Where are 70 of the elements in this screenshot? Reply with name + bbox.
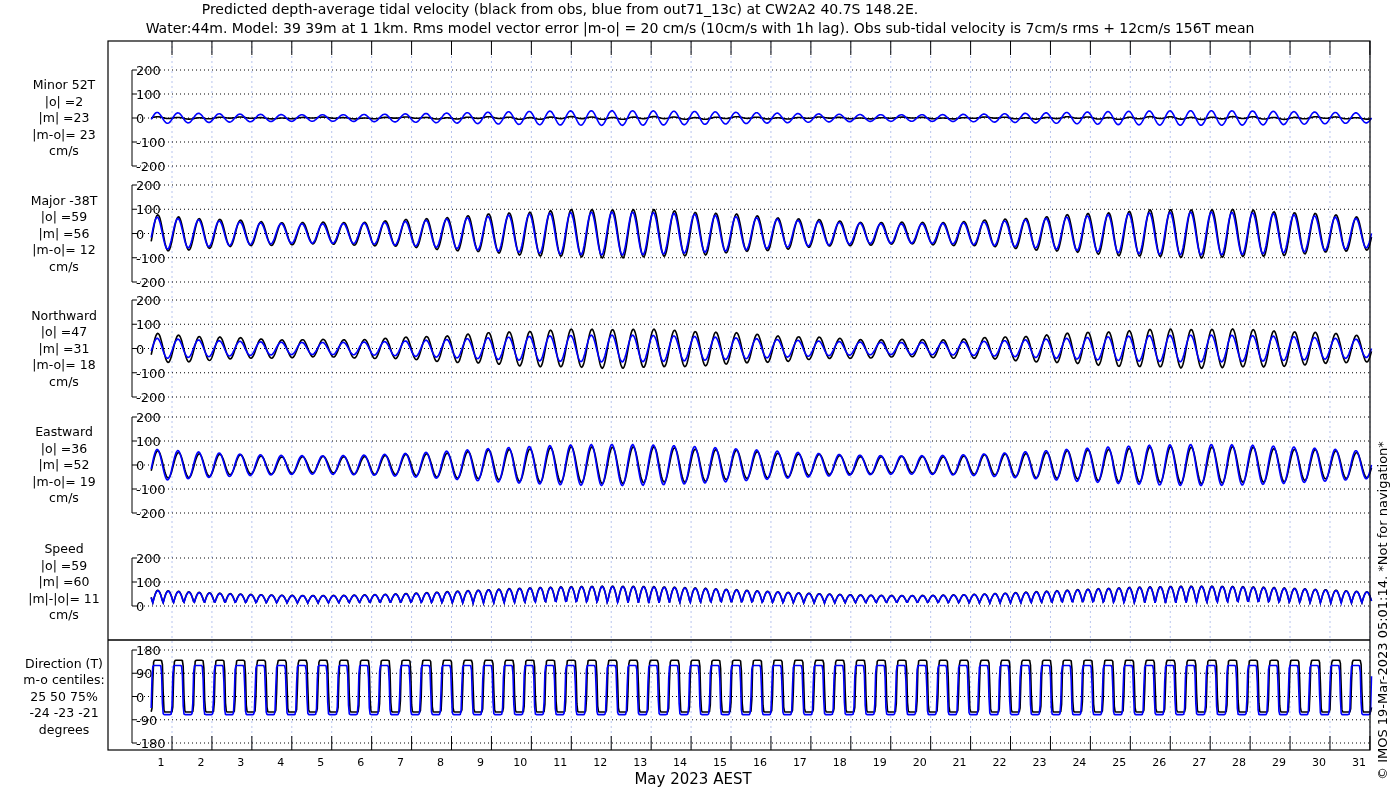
axis-tick-label: 100 [136, 87, 161, 102]
axis-tick-label: 17 [792, 756, 807, 769]
axis-tick-label: 200 [136, 178, 161, 193]
axis-tick-label: 8 [437, 756, 444, 769]
plot-title: Water:44m. Model: 39 39m at 1 1km. Rms model vector error |m-o| = 20 cm/s (10cm/s with 1h lag). Obs sub-tidal velocity is 7cm/s rms + 12cm/s 156T mean [145, 20, 1255, 36]
axis-tick-label: 29 [1272, 756, 1287, 769]
axis-tick-label: 100 [136, 434, 161, 449]
axis-tick-label: 5 [317, 756, 325, 769]
axis-tick-label: -180 [136, 736, 166, 751]
axis-tick-label: 13 [633, 756, 648, 769]
panel-label: Eastward |o| =36 |m| =52 |m-o|= 19 cm/s [32, 424, 96, 505]
axis-tick-label: 3 [237, 756, 245, 769]
axis-tick-label: -100 [136, 135, 166, 150]
axis-tick-label: 30 [1311, 756, 1326, 769]
axis-tick-label: 14 [673, 756, 688, 769]
axis-tick-label: 10 [513, 756, 528, 769]
axis-tick-label: 90 [136, 666, 153, 682]
plot-title: Predicted depth-average tidal velocity (black from obs, blue from out71_13c) at CW2A2 40.7S 148.2E. [201, 1, 919, 17]
panel-label: Speed |o| =59 |m| =60 |m|-|o|= 11 cm/s [28, 541, 100, 622]
axis-tick-label: 9 [476, 756, 484, 769]
axis-tick-label: 21 [952, 756, 967, 769]
axis-tick-label: 0 [136, 599, 145, 614]
axis-tick-label: 16 [752, 756, 767, 769]
axis-tick-label: 200 [136, 63, 161, 78]
axis-tick-label: 26 [1152, 756, 1167, 769]
axis-tick-label: 22 [992, 756, 1007, 769]
axis-tick-label: 180 [136, 643, 161, 658]
axis-tick-label: 7 [397, 756, 405, 769]
axis-tick-label: -200 [136, 506, 166, 521]
axis-tick-label: -90 [136, 712, 158, 728]
copyright-notice: © IMOS 19-Mar-2023 05:01:14. *Not for navigation* [1375, 441, 1390, 780]
axis-tick-label: 27 [1192, 756, 1207, 769]
axis-tick-label: 11 [553, 756, 568, 769]
panel-label: Minor 52T |o| =2 |m| =23 |m-o|= 23 cm/s [32, 77, 96, 158]
axis-tick-label: -200 [136, 390, 166, 405]
axis-tick-label: 200 [136, 293, 161, 308]
axis-tick-label: 200 [136, 410, 161, 425]
axis-tick-label: 0 [136, 226, 145, 242]
axis-tick-label: 25 [1112, 756, 1127, 769]
axis-tick-label: -100 [136, 482, 166, 497]
axis-tick-label: 0 [136, 689, 145, 705]
axis-tick-label: 100 [136, 317, 161, 333]
axis-tick-label: 0 [136, 458, 145, 473]
panel-label: Northward |o| =47 |m| =31 |m-o|= 18 cm/s [31, 307, 97, 389]
axis-tick-label: 12 [593, 756, 608, 769]
axis-tick-label: 24 [1072, 756, 1087, 769]
axis-tick-label: 28 [1232, 756, 1247, 769]
panel-label: Major -38T |o| =59 |m| =56 |m-o|= 12 cm/s [30, 192, 98, 274]
axis-tick-label: 6 [357, 756, 365, 769]
axis-tick-label: 0 [136, 111, 145, 126]
axis-tick-label: -100 [136, 250, 166, 266]
axis-title: May 2023 AEST [634, 770, 752, 788]
axis-tick-label: 200 [136, 551, 161, 566]
axis-tick-label: -200 [136, 159, 166, 174]
axis-tick-label: 31 [1351, 756, 1366, 769]
axis-tick-label: 18 [832, 756, 847, 769]
axis-tick-label: 100 [136, 202, 161, 218]
axis-tick-label: 100 [136, 575, 161, 590]
axis-tick-label: 2 [197, 756, 205, 769]
axis-tick-label: 15 [713, 756, 727, 769]
axis-tick-label: 0 [136, 341, 145, 357]
axis-tick-label: -100 [136, 365, 166, 381]
y-axis [131, 557, 138, 607]
axis-tick-label: -200 [136, 275, 166, 290]
panel-label: Direction (T) m-o centiles: 25 50 75% -24 -23 -21 degrees [23, 655, 105, 737]
axis-tick-label: 20 [912, 756, 927, 769]
axis-tick-label: 19 [872, 756, 887, 769]
axis-tick-label: 23 [1032, 756, 1047, 769]
axis-tick-label: 1 [157, 756, 165, 769]
axis-tick-label: 4 [277, 756, 285, 769]
